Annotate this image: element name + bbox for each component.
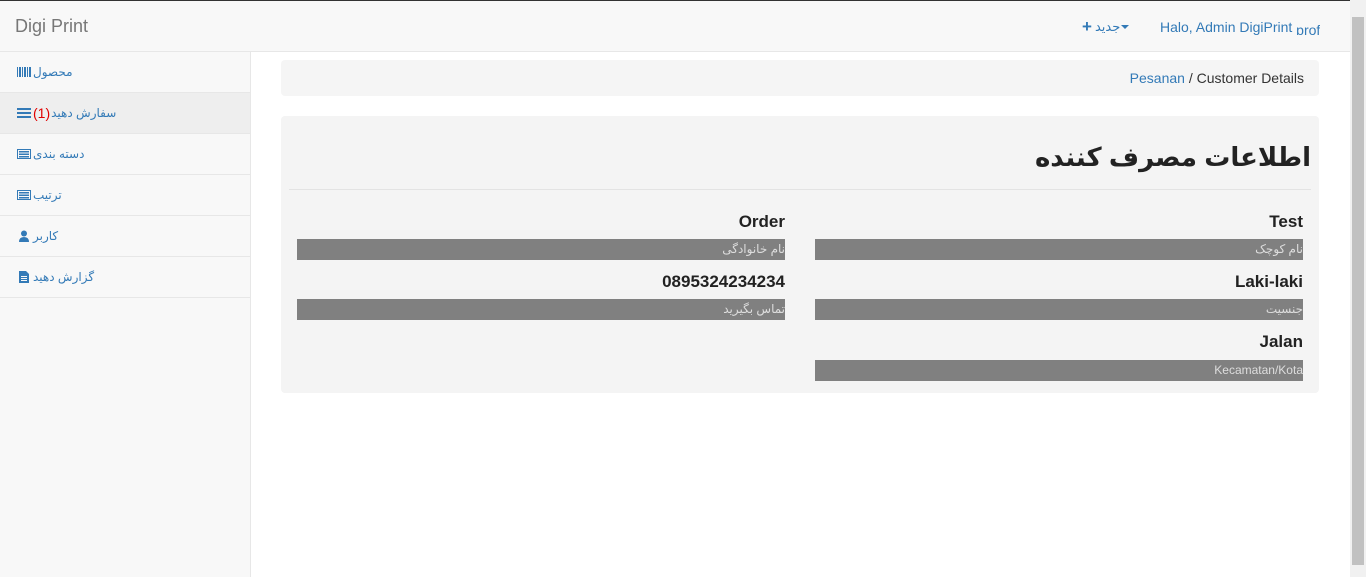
sidebar-item-label: گزارش دهید <box>33 270 95 284</box>
barcode-icon <box>17 67 31 77</box>
sidebar-item-label: دسته بندی <box>33 147 85 161</box>
sidebar-item-label: سفارش دهید <box>51 106 117 120</box>
breadcrumb-link-orders[interactable]: Pesanan <box>1130 70 1185 86</box>
new-dropdown-label: جدید <box>1094 19 1121 34</box>
new-dropdown[interactable]: + جدید <box>1082 17 1130 36</box>
page-title: اطلاعات مصرف کننده <box>1034 142 1311 172</box>
customer-details-panel: اطلاعات مصرف کننده Test نام کوچک Order ن… <box>281 116 1319 393</box>
sidebar: محصول (1) سفارش دهید دسته بندی ترتیب کار… <box>0 52 251 577</box>
sidebar-item-reports[interactable]: گزارش دهید <box>0 257 250 298</box>
scrollbar-thumb[interactable] <box>1352 17 1364 565</box>
sidebar-item-product[interactable]: محصول <box>0 52 250 93</box>
phone-value: 0895324234234 <box>662 272 785 291</box>
last-name-caption: نام خانوادگی <box>297 239 785 260</box>
sidebar-item-label: محصول <box>33 65 73 79</box>
user-icon <box>19 230 29 242</box>
first-name-value: Test <box>1269 212 1303 231</box>
breadcrumb: Pesanan / Customer Details <box>281 60 1319 96</box>
file-icon <box>19 271 29 283</box>
breadcrumb-separator: / <box>1188 70 1193 86</box>
first-name-caption: نام کوچک <box>815 239 1303 260</box>
brand-logo[interactable]: Digi Print <box>15 16 88 36</box>
order-count-badge: (1) <box>33 105 51 121</box>
user-menu[interactable]: Halo, Admin DigiPrint prof <box>1160 19 1320 35</box>
top-navbar: Digi Print + جدید Halo, Admin DigiPrint … <box>0 0 1350 52</box>
phone-caption: تماس بگیرید <box>297 299 785 320</box>
gender-caption: جنسیت <box>815 299 1303 320</box>
table-list-icon <box>17 190 31 200</box>
address-caption: Kecamatan/Kota <box>815 360 1303 381</box>
sidebar-item-categories[interactable]: دسته بندی <box>0 134 250 175</box>
divider <box>289 189 1311 190</box>
profile-link[interactable]: prof <box>1296 22 1320 35</box>
breadcrumb-current: Customer Details <box>1196 70 1304 86</box>
last-name-value: Order <box>738 212 785 231</box>
list-icon <box>17 108 31 118</box>
sidebar-item-sorting[interactable]: ترتیب <box>0 175 250 216</box>
gender-value: Laki-laki <box>1234 272 1303 291</box>
vertical-scrollbar[interactable] <box>1350 0 1366 577</box>
plus-icon: + <box>1082 17 1092 36</box>
sidebar-item-label: ترتیب <box>33 188 62 202</box>
table-list-icon <box>17 149 31 159</box>
sidebar-item-users[interactable]: کاربر <box>0 216 250 257</box>
user-greeting: Halo, Admin DigiPrint <box>1160 19 1293 35</box>
sidebar-item-orders[interactable]: (1) سفارش دهید <box>0 93 250 134</box>
address-value: Jalan <box>1259 332 1303 351</box>
caret-down-icon <box>1121 25 1130 29</box>
sidebar-item-label: کاربر <box>33 229 59 243</box>
